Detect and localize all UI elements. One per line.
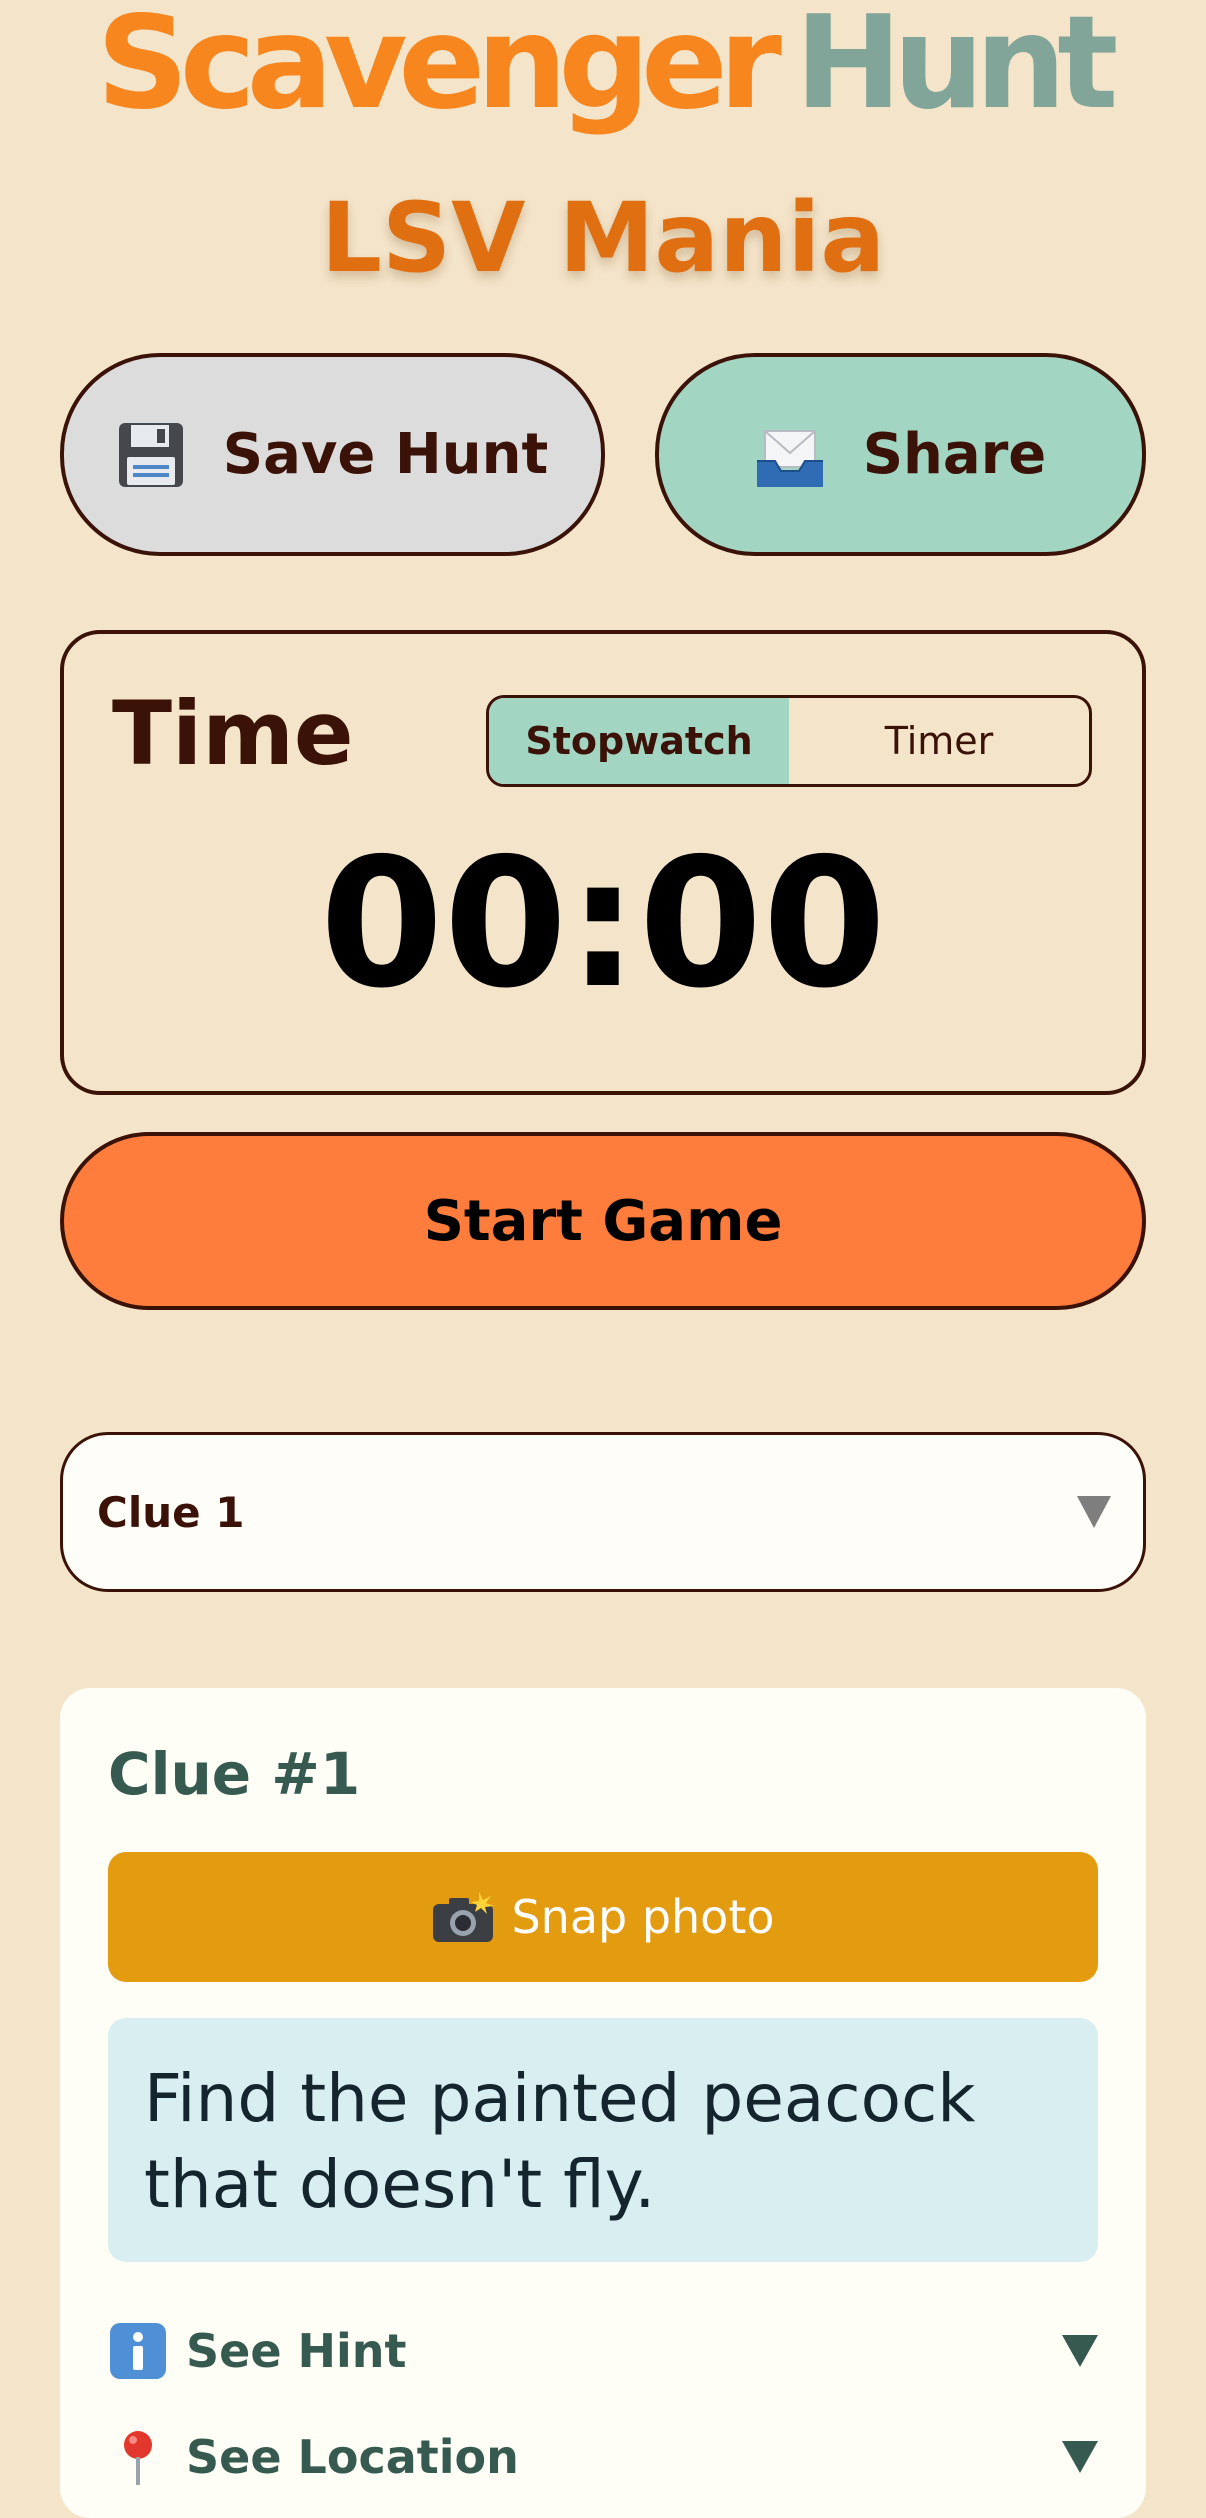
camera-flash-icon [431, 1890, 495, 1944]
share-button[interactable]: Share [655, 353, 1146, 556]
clue-select-value: Clue 1 [97, 1487, 245, 1537]
clue-title: Clue #1 [108, 1740, 361, 1808]
time-display: 00:00 [319, 820, 887, 1027]
save-hunt-label: Save Hunt [222, 422, 549, 487]
time-label: Time [112, 682, 354, 785]
save-hunt-button[interactable]: Save Hunt [60, 353, 605, 556]
app-logo: Scavenger Hunt [0, 0, 1206, 150]
pin-icon [108, 2427, 168, 2487]
logo-word-scavenger: Scavenger [96, 0, 782, 138]
hunt-title: LSV Mania [320, 182, 886, 294]
floppy-disk-icon [117, 421, 185, 489]
dropdown-arrow-icon [1077, 1496, 1111, 1528]
see-location-label: See Location [186, 2430, 519, 2484]
envelope-tray-icon [755, 421, 825, 489]
time-mode-toggle: Stopwatch Timer [486, 695, 1092, 787]
share-label: Share [862, 422, 1047, 487]
tab-timer[interactable]: Timer [789, 698, 1089, 784]
chevron-down-icon [1062, 2335, 1098, 2367]
snap-photo-button[interactable]: Snap photo [108, 1852, 1098, 1982]
start-game-button[interactable]: Start Game [60, 1132, 1146, 1310]
tab-stopwatch[interactable]: Stopwatch [489, 698, 789, 784]
see-location-toggle[interactable]: See Location [108, 2422, 1098, 2492]
snap-photo-label: Snap photo [511, 1890, 775, 1944]
chevron-down-icon [1062, 2441, 1098, 2473]
see-hint-label: See Hint [186, 2324, 407, 2378]
clue-select[interactable]: Clue 1 [60, 1432, 1146, 1592]
clue-text: Find the painted peacock that doesn't fl… [108, 2018, 1098, 2262]
info-icon [108, 2321, 168, 2381]
see-hint-toggle[interactable]: See Hint [108, 2316, 1098, 2386]
logo-word-hunt: Hunt [794, 0, 1119, 138]
